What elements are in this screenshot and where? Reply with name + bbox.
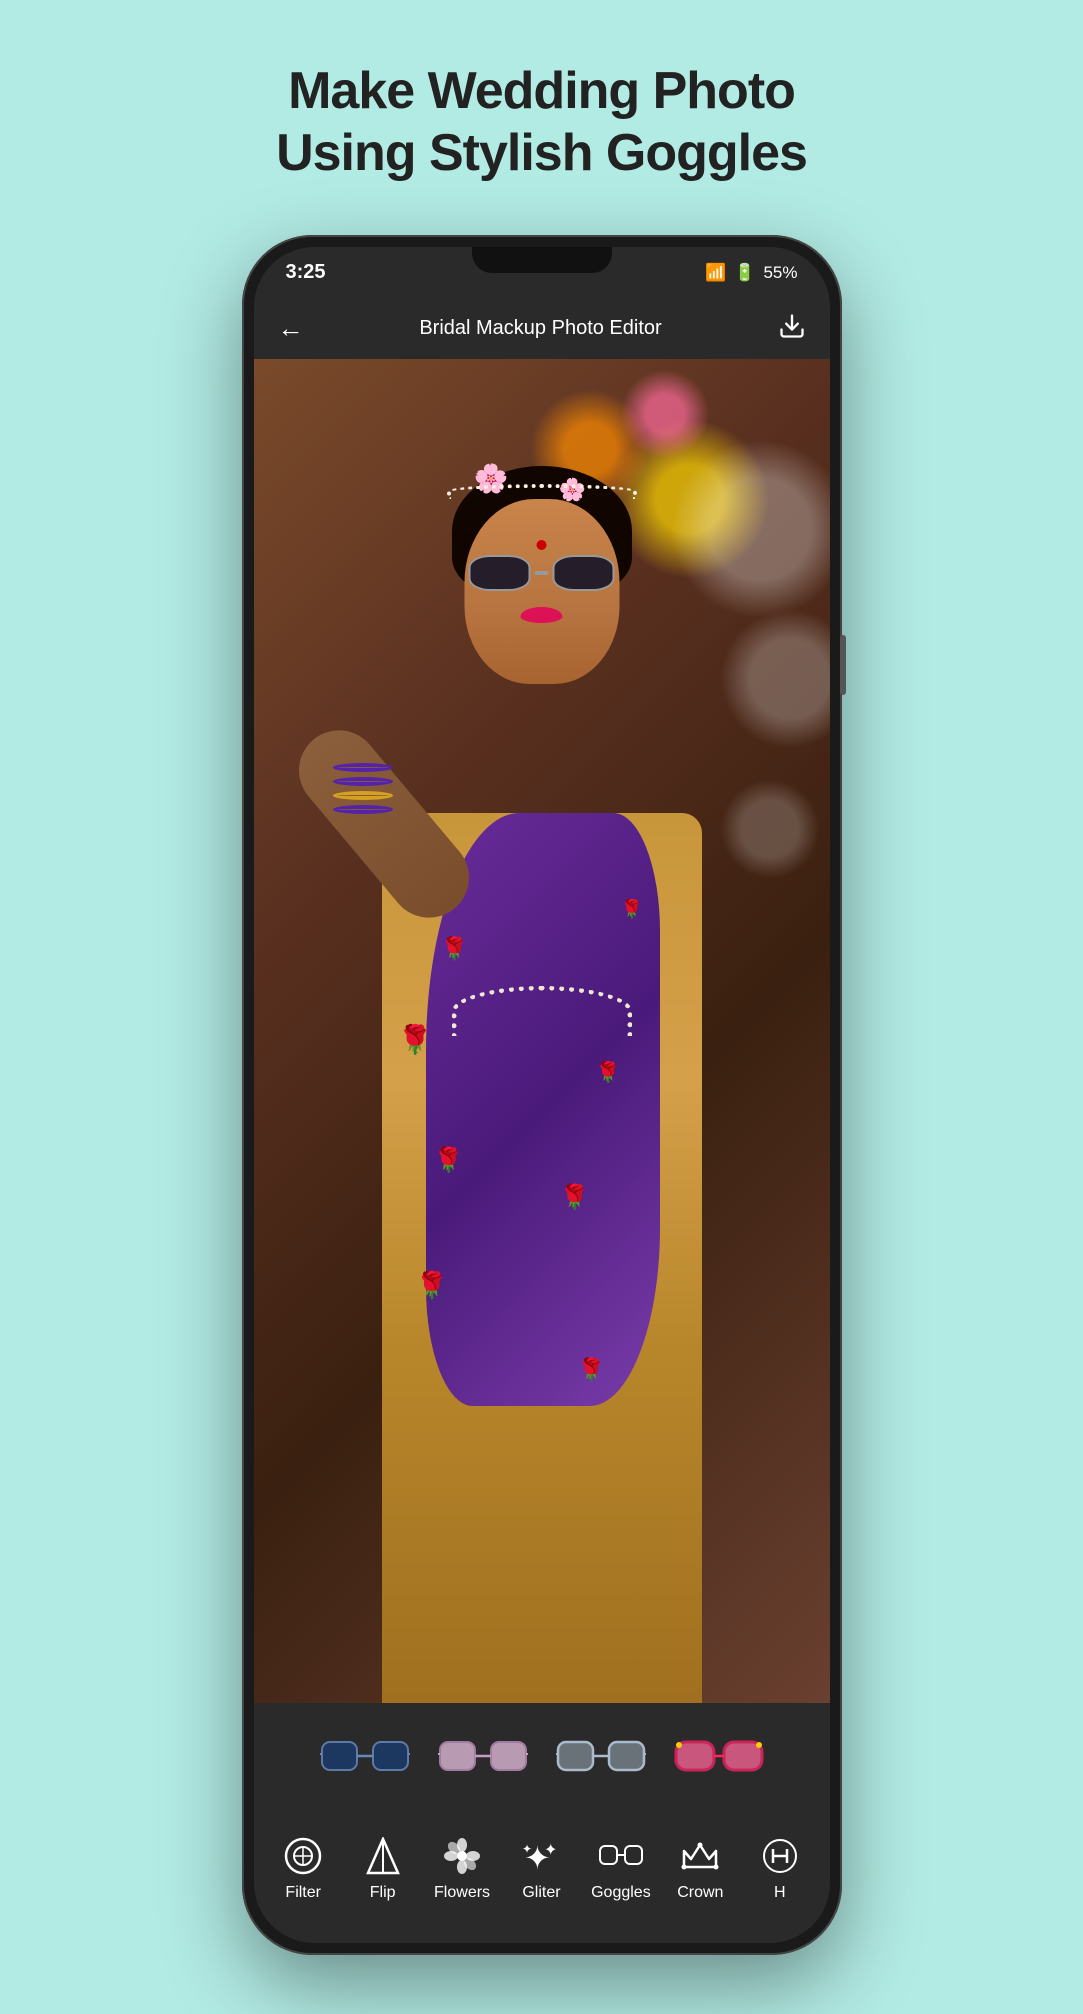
sunglasses (469, 555, 615, 591)
nav-item-glitter[interactable]: ✦ ✦ ✦ Gliter (506, 1834, 576, 1902)
nav-item-goggles[interactable]: Goggles (586, 1834, 656, 1902)
battery-icon: 🔋 (734, 263, 755, 283)
status-icons: 📶 🔋 55% (705, 263, 797, 283)
bindi (537, 540, 547, 550)
rose-7: 🌹 (596, 1060, 621, 1085)
rose-8: 🌹 (621, 899, 643, 920)
bangle-2 (333, 777, 393, 786)
title-line2: Using Stylish Goggles (276, 122, 807, 184)
signal-icon: 📶 (705, 263, 726, 283)
download-button[interactable] (778, 312, 806, 346)
bangle-3 (333, 791, 393, 800)
crown-icon (678, 1834, 722, 1878)
back-button[interactable]: ← (278, 313, 304, 344)
more-label: H (774, 1884, 786, 1902)
flip-icon (361, 1834, 405, 1878)
goggle-option-4[interactable] (674, 1730, 764, 1785)
photo-area: 🌹 🌹 🌹 🌹 🌹 🌹 🌹 🌹 🌹 (254, 359, 830, 1703)
rose-4: 🌹 (434, 1146, 464, 1175)
bangles (333, 763, 393, 814)
left-lens (469, 555, 531, 591)
crown-label: Crown (677, 1884, 723, 1902)
rose-5: 🌹 (416, 1270, 448, 1301)
filter-label: Filter (285, 1884, 321, 1902)
bridge (535, 571, 549, 575)
bangle-4 (333, 805, 393, 814)
flowers-icon (440, 1834, 484, 1878)
goggles-bar (254, 1703, 830, 1813)
page-heading: Make Wedding Photo Using Stylish Goggles (276, 60, 807, 185)
goggles-icon (599, 1834, 643, 1878)
rose-6: 🌹 (560, 1183, 590, 1212)
flip-label: Flip (370, 1884, 396, 1902)
headband (447, 484, 637, 499)
goggle-option-1[interactable] (320, 1730, 410, 1785)
battery-percent: 55% (763, 263, 797, 283)
bokeh-3 (620, 369, 710, 459)
more-icon (758, 1834, 802, 1878)
photo-bg: 🌹 🌹 🌹 🌹 🌹 🌹 🌹 🌹 🌹 (254, 359, 830, 1703)
goggle-option-2[interactable] (438, 1730, 528, 1785)
phone-mockup: 3:25 📶 🔋 55% ← Bridal Mackup Photo Edito… (242, 235, 842, 1955)
lips (521, 607, 563, 623)
flowers-label: Flowers (434, 1884, 490, 1902)
status-time: 3:25 (286, 261, 326, 284)
phone-screen: 3:25 📶 🔋 55% ← Bridal Mackup Photo Edito… (254, 247, 830, 1943)
bokeh-6 (720, 779, 820, 879)
rose-2: 🌹 (441, 936, 468, 962)
title-line1: Make Wedding Photo (276, 60, 807, 122)
glitter-icon: ✦ ✦ ✦ (519, 1834, 563, 1878)
head-area: 🌸 🌸 (457, 466, 627, 686)
bangle-1 (333, 763, 393, 772)
filter-icon (281, 1834, 325, 1878)
nav-item-filter[interactable]: Filter (268, 1834, 338, 1902)
nav-item-flowers[interactable]: Flowers (427, 1834, 497, 1902)
svg-text:✦: ✦ (544, 1842, 557, 1859)
app-bar: ← Bridal Mackup Photo Editor (254, 299, 830, 359)
app-bar-title: Bridal Mackup Photo Editor (419, 317, 661, 340)
rose-9: 🌹 (578, 1357, 605, 1383)
svg-text:✦: ✦ (522, 1842, 532, 1856)
nav-item-crown[interactable]: Crown (665, 1834, 735, 1902)
right-lens (553, 555, 615, 591)
nav-item-flip[interactable]: Flip (348, 1834, 418, 1902)
nav-item-more[interactable]: H (745, 1834, 815, 1902)
notch (472, 247, 612, 273)
necklace (452, 986, 632, 1036)
goggles-label: Goggles (591, 1884, 651, 1902)
rose-3: 🌹 (398, 1023, 433, 1056)
bokeh-5 (720, 609, 830, 749)
goggle-option-3[interactable] (556, 1730, 646, 1785)
glitter-label: Gliter (522, 1884, 560, 1902)
volume-button (840, 635, 846, 695)
face (464, 499, 619, 684)
bottom-nav: Filter Flip (254, 1813, 830, 1943)
